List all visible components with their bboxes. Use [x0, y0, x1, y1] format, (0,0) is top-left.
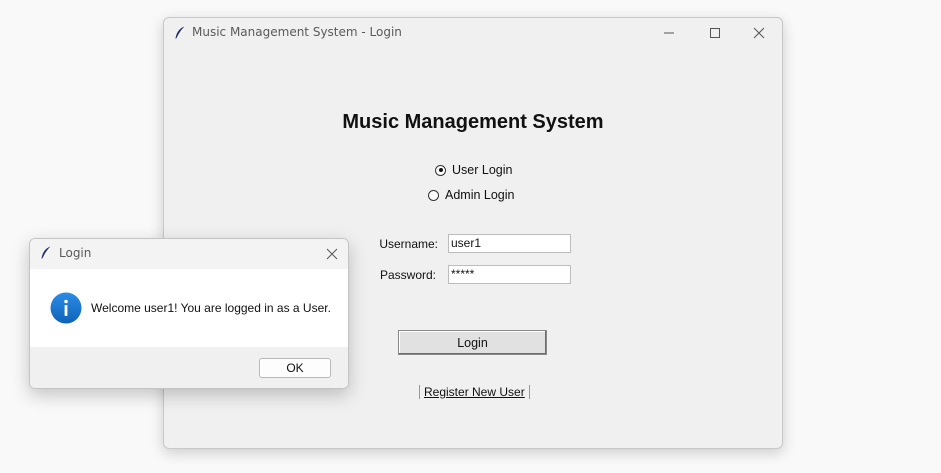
- close-button[interactable]: [736, 18, 782, 48]
- maximize-button[interactable]: [692, 18, 738, 48]
- ok-button[interactable]: OK: [259, 358, 331, 378]
- feather-icon: [172, 25, 188, 41]
- dialog-title-bar[interactable]: Login: [30, 239, 348, 269]
- password-input[interactable]: *****: [448, 265, 571, 284]
- login-button[interactable]: Login: [398, 330, 547, 355]
- radio-checked-icon[interactable]: [435, 164, 446, 176]
- dialog-message: Welcome user1! You are logged in as a Us…: [91, 301, 331, 315]
- minimize-button[interactable]: [646, 18, 692, 48]
- password-label: Password:: [379, 268, 436, 282]
- dialog-close-button[interactable]: [316, 239, 348, 269]
- user-login-radio[interactable]: User Login: [435, 163, 512, 177]
- feather-icon: [38, 245, 54, 261]
- app-heading: Music Management System: [342, 111, 604, 133]
- dialog-body: Welcome user1! You are logged in as a Us…: [30, 269, 348, 347]
- desktop: Music Management System - Login Music Ma…: [0, 0, 941, 473]
- radio-unchecked-icon[interactable]: [428, 189, 439, 201]
- window-title: Music Management System - Login: [192, 25, 402, 39]
- register-new-user-button[interactable]: Register New User: [419, 385, 530, 399]
- admin-login-label: Admin Login: [445, 188, 515, 202]
- username-input[interactable]: user1: [448, 234, 571, 253]
- login-message-dialog: Login Welcome user1! You are logged in a…: [29, 238, 349, 389]
- info-icon: [50, 292, 82, 324]
- dialog-title: Login: [59, 246, 92, 260]
- title-bar[interactable]: Music Management System - Login: [164, 18, 782, 48]
- user-login-label: User Login: [452, 163, 513, 177]
- admin-login-radio[interactable]: Admin Login: [428, 188, 515, 202]
- username-label: Username:: [379, 237, 438, 251]
- dialog-footer: OK: [30, 347, 348, 388]
